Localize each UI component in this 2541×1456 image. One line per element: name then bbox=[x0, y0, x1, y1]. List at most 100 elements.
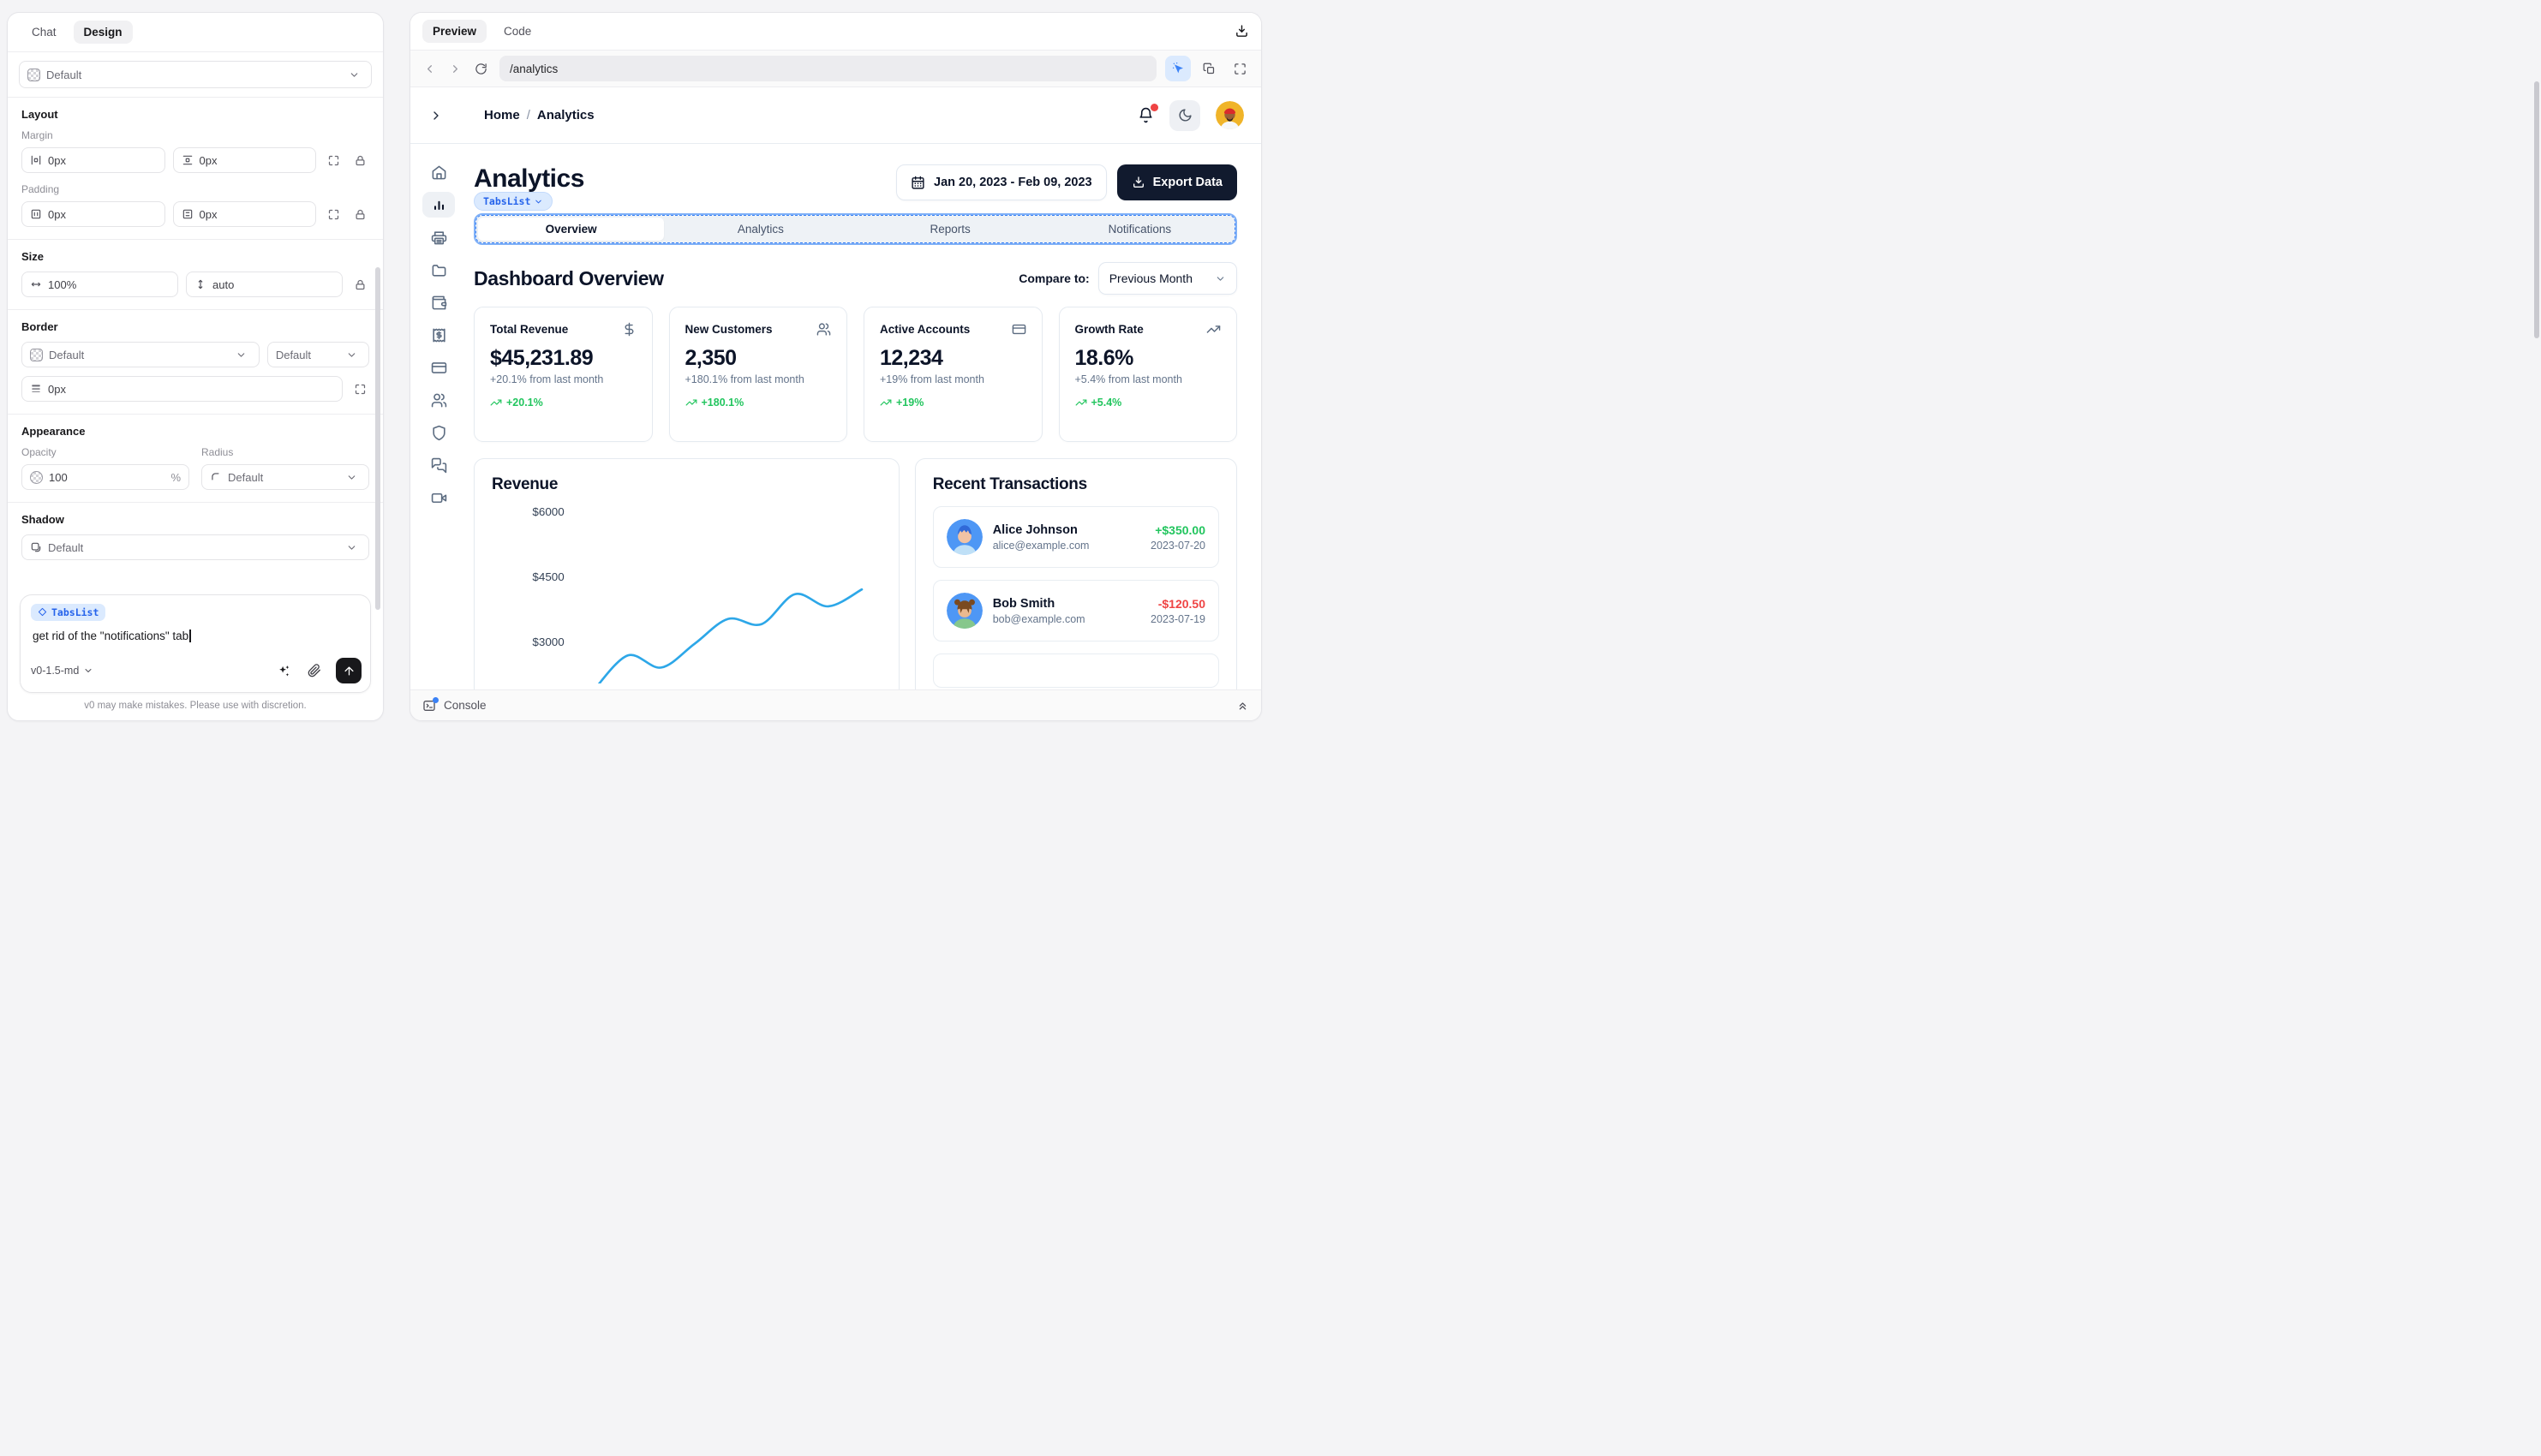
model-selector[interactable]: v0-1.5-md bbox=[31, 665, 93, 677]
url-bar: /analytics bbox=[410, 50, 1261, 87]
transaction-row[interactable]: Bob Smithbob@example.com-$120.502023-07-… bbox=[933, 580, 1219, 641]
tabslist-selection-outline: OverviewAnalyticsReportsNotifications bbox=[474, 213, 1237, 245]
dark-mode-toggle[interactable] bbox=[1169, 100, 1200, 131]
lock-padding-icon[interactable] bbox=[350, 205, 369, 224]
svg-text:$3000: $3000 bbox=[532, 636, 564, 648]
padding-x-input[interactable]: 0px bbox=[21, 201, 165, 227]
svg-text:$6000: $6000 bbox=[532, 505, 564, 518]
copy-icon[interactable] bbox=[1196, 56, 1222, 81]
preview-panel: Preview Code /analytics Home / Analytics bbox=[410, 12, 1262, 721]
trend-up-icon bbox=[490, 397, 502, 409]
width-input[interactable]: 100% bbox=[21, 272, 178, 297]
sidebar-receipt-icon[interactable] bbox=[422, 322, 455, 348]
sparkles-icon[interactable] bbox=[274, 661, 293, 680]
lock-size-icon[interactable] bbox=[350, 275, 369, 294]
tab-preview[interactable]: Preview bbox=[422, 20, 487, 43]
transparency-swatch-icon bbox=[30, 349, 43, 361]
compare-select[interactable]: Previous Month bbox=[1098, 262, 1237, 295]
transaction-avatar bbox=[947, 593, 983, 629]
date-range-picker[interactable]: Jan 20, 2023 - Feb 09, 2023 bbox=[896, 164, 1107, 200]
expand-console-icon[interactable] bbox=[1236, 699, 1249, 712]
sidebar-credit-card-icon[interactable] bbox=[422, 355, 455, 380]
element-style-select[interactable]: Default bbox=[19, 61, 372, 88]
selected-element-badge[interactable]: TabsList bbox=[474, 192, 553, 211]
expand-margin-icon[interactable] bbox=[324, 151, 343, 170]
border-style-select[interactable]: Default bbox=[21, 342, 260, 367]
dashboard-tab-reports[interactable]: Reports bbox=[858, 218, 1043, 241]
refresh-icon[interactable] bbox=[470, 58, 491, 79]
chevron-down-icon bbox=[344, 65, 363, 84]
design-mode-pointer-icon[interactable] bbox=[1165, 56, 1191, 81]
transaction-row-partial[interactable] bbox=[933, 653, 1219, 688]
padding-y-input[interactable]: 0px bbox=[173, 201, 317, 227]
dashboard-tab-analytics[interactable]: Analytics bbox=[667, 218, 853, 241]
breadcrumb-home[interactable]: Home bbox=[484, 108, 520, 122]
sidebar-toggle-icon[interactable] bbox=[426, 105, 446, 126]
tab-design[interactable]: Design bbox=[74, 21, 133, 44]
sidebar-folder-icon[interactable] bbox=[422, 257, 455, 283]
tab-code[interactable]: Code bbox=[493, 20, 541, 43]
send-button[interactable] bbox=[336, 658, 362, 683]
stats-grid: Total Revenue$45,231.89+20.1% from last … bbox=[474, 307, 1237, 442]
dashboard-tab-notifications[interactable]: Notifications bbox=[1047, 218, 1233, 241]
expand-border-icon[interactable] bbox=[350, 379, 369, 398]
lock-margin-icon[interactable] bbox=[350, 151, 369, 170]
prompt-input[interactable]: get rid of the "notifications" tab bbox=[33, 630, 362, 642]
window-scrollbar[interactable] bbox=[2534, 81, 2539, 338]
border-width-input[interactable]: 0px bbox=[21, 376, 343, 402]
notifications-bell-icon[interactable] bbox=[1138, 107, 1154, 123]
element-style-value: Default bbox=[46, 69, 81, 81]
height-input[interactable]: auto bbox=[186, 272, 343, 297]
sidebar-users-icon[interactable] bbox=[422, 387, 455, 413]
console-bar[interactable]: Console bbox=[410, 689, 1261, 720]
sidebar-printer-icon[interactable] bbox=[422, 224, 455, 250]
chevron-down-icon bbox=[342, 345, 361, 364]
chevron-down-icon bbox=[83, 665, 93, 676]
margin-label: Margin bbox=[21, 129, 369, 141]
stat-value: 2,350 bbox=[685, 346, 832, 371]
stat-card: Growth Rate18.6%+5.4% from last month+5.… bbox=[1059, 307, 1238, 442]
margin-x-input[interactable]: 0px bbox=[21, 147, 165, 173]
sidebar-wallet-icon[interactable] bbox=[422, 289, 455, 315]
dashboard-tab-overview[interactable]: Overview bbox=[478, 218, 664, 241]
size-section: Size 100% auto bbox=[8, 240, 383, 310]
sidebar-shield-icon[interactable] bbox=[422, 420, 455, 445]
sidebar-home-icon[interactable] bbox=[422, 159, 455, 185]
forward-icon[interactable] bbox=[445, 58, 465, 79]
sidebar-analytics-icon[interactable] bbox=[422, 192, 455, 218]
transaction-amount: -$120.50 bbox=[1151, 597, 1205, 611]
selected-element-chip[interactable]: TabsList bbox=[31, 604, 105, 621]
user-avatar[interactable] bbox=[1216, 101, 1244, 129]
app-header: Home / Analytics bbox=[410, 87, 1261, 144]
text-caret bbox=[189, 630, 191, 642]
shadow-select[interactable]: Default bbox=[21, 534, 369, 560]
radius-select[interactable]: Default bbox=[201, 464, 369, 490]
console-label: Console bbox=[444, 699, 487, 712]
layout-section: Layout Margin 0px 0px Padding 0px 0px bbox=[8, 98, 383, 240]
prompt-composer[interactable]: TabsList get rid of the "notifications" … bbox=[20, 594, 371, 694]
back-icon[interactable] bbox=[419, 58, 439, 79]
fullscreen-icon[interactable] bbox=[1227, 56, 1253, 81]
sidebar-video-icon[interactable] bbox=[422, 485, 455, 510]
sidebar-messages-icon[interactable] bbox=[422, 452, 455, 478]
console-terminal-icon bbox=[422, 699, 436, 713]
calendar-icon bbox=[911, 176, 925, 190]
stat-sub: +180.1% from last month bbox=[685, 373, 832, 385]
stat-trend-value: +20.1% bbox=[506, 397, 543, 409]
url-input[interactable]: /analytics bbox=[499, 56, 1157, 81]
panel-scrollbar[interactable] bbox=[375, 267, 380, 610]
margin-horizontal-icon bbox=[30, 154, 42, 166]
panel-tab-bar: Chat Design bbox=[8, 13, 383, 52]
page-title: Analytics bbox=[474, 164, 584, 194]
dollar-icon bbox=[622, 322, 637, 337]
export-data-button[interactable]: Export Data bbox=[1117, 164, 1237, 200]
paperclip-icon[interactable] bbox=[305, 661, 324, 680]
stat-label: Active Accounts bbox=[880, 323, 970, 336]
tab-chat[interactable]: Chat bbox=[21, 21, 67, 44]
expand-padding-icon[interactable] bbox=[324, 205, 343, 224]
download-icon[interactable] bbox=[1235, 24, 1249, 39]
margin-y-input[interactable]: 0px bbox=[173, 147, 317, 173]
transaction-row[interactable]: Alice Johnsonalice@example.com+$350.0020… bbox=[933, 506, 1219, 568]
border-side-select[interactable]: Default bbox=[267, 342, 369, 367]
opacity-input[interactable]: 100 % bbox=[21, 464, 189, 490]
